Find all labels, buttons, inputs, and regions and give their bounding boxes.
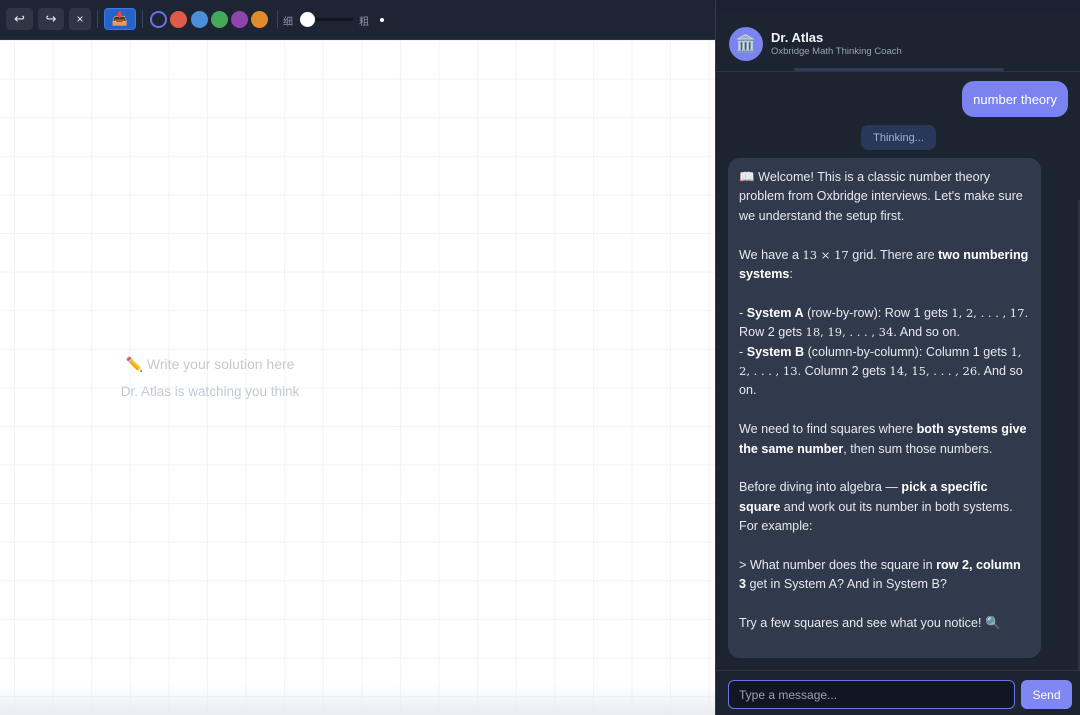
message-input[interactable] [728, 680, 1015, 709]
drawing-toolbar: ↩ ↪ × 📥 细 粗 [0, 0, 715, 40]
clear-button[interactable]: × [69, 8, 91, 30]
toolbar-divider [142, 10, 143, 28]
color-swatch-green[interactable] [211, 11, 228, 28]
undo-icon: ↩ [14, 11, 25, 26]
toolbar-divider [277, 10, 278, 28]
coach-name: Dr. Atlas [771, 30, 824, 45]
color-swatch-orange[interactable] [251, 11, 268, 28]
chat-input-bar: Send [716, 670, 1080, 715]
text-span: Row 2 gets [739, 325, 806, 340]
text-span: , then sum those numbers. [843, 441, 993, 456]
bold-text: System B [746, 344, 805, 359]
eraser-tool-button[interactable]: 📥 [104, 8, 136, 30]
text-span: We have a [739, 247, 803, 262]
drawing-canvas[interactable]: ✏️ Write your solution here Dr. Atlas is… [0, 40, 715, 715]
color-swatch-purple[interactable] [231, 11, 248, 28]
coach-subtitle: Oxbridge Math Thinking Coach [771, 46, 902, 57]
message-paragraph: 📖 Welcome! This is a classic number theo… [739, 170, 1023, 223]
bold-text: System A [746, 305, 804, 320]
text-span: get in System A? And in System B? [746, 577, 947, 592]
text-span: > What number does the square in [739, 558, 937, 573]
color-swatch-selected[interactable] [150, 11, 167, 28]
thinking-indicator: Thinking... [861, 125, 936, 150]
size-thin-label: 细 [283, 17, 293, 28]
toolbar-divider [97, 10, 98, 28]
text-span: (column-by-column): Column 1 gets [804, 344, 1011, 359]
redo-icon: ↪ [45, 11, 57, 26]
header-top-strip [716, 0, 1080, 14]
color-swatch-blue[interactable] [191, 11, 208, 28]
eraser-icon: 📥 [111, 11, 129, 26]
canvas-placeholder-title: ✏️ Write your solution here [125, 356, 295, 372]
text-span: grid. There are [848, 247, 939, 262]
math-expression: 13 × 17 [802, 247, 849, 262]
message-paragraph: > What number does the square in row 2, … [739, 556, 1030, 595]
color-swatch-red[interactable] [170, 11, 187, 28]
classical-building-icon: 🏛️ [735, 34, 757, 53]
math-expression: 14, 15, . . . , 26. [889, 364, 981, 379]
undo-button[interactable]: ↩ [6, 8, 33, 30]
message-paragraph: Before diving into algebra — pick a spec… [739, 478, 1030, 536]
canvas-bottom-fade [0, 685, 715, 715]
text-span: Before diving into algebra — [739, 480, 902, 495]
redo-button[interactable]: ↪ [38, 8, 64, 30]
text-span: (row-by-row): Row 1 gets [803, 305, 952, 320]
text-span: and work out its number in both systems.… [739, 499, 1013, 534]
send-button[interactable]: Send [1021, 680, 1072, 709]
app: ↩ ↪ × 📥 细 粗 ✏️ Write your solution here … [0, 0, 1080, 715]
canvas-placeholder-subtitle: Dr. Atlas is watching you think [120, 384, 300, 399]
chat-panel: 🏛️ Dr. Atlas Oxbridge Math Thinking Coac… [715, 0, 1080, 715]
assistant-message: 📖 Welcome! This is a classic number theo… [728, 158, 1041, 658]
user-message: number theory [962, 81, 1068, 117]
message-paragraph: Try a few squares and see what you notic… [739, 616, 1001, 631]
chat-header: 🏛️ Dr. Atlas Oxbridge Math Thinking Coac… [716, 0, 1080, 72]
text-span: - [739, 305, 747, 320]
size-thick-label: 粗 [359, 17, 369, 28]
message-paragraph: - System A (row-by-row): Row 1 gets 1, 2… [739, 304, 1030, 401]
message-paragraph: We have a 13 × 17 grid. There are two nu… [739, 246, 1030, 285]
text-span: And so on. [896, 325, 960, 340]
math-expression: 1, 2, . . . , 17. [951, 305, 1029, 320]
text-span: - [739, 344, 747, 359]
math-expression: 18, 19, . . . , 34. [805, 325, 897, 340]
brush-size-preview-dot [380, 18, 384, 22]
brush-size-slider-thumb[interactable] [300, 12, 315, 27]
message-paragraph: We need to find squares where both syste… [739, 420, 1030, 459]
scroll-indicator [794, 68, 1004, 71]
text-span: We need to find squares where [739, 422, 917, 437]
close-icon: × [76, 12, 84, 26]
text-span: Column 2 gets [801, 364, 890, 379]
avatar: 🏛️ [729, 27, 763, 61]
text-span: : [789, 267, 793, 282]
